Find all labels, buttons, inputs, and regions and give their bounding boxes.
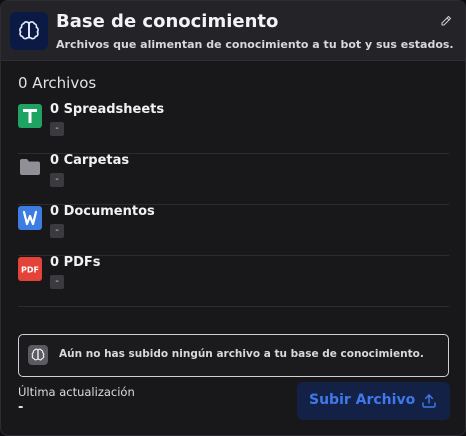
svg-text:PDF: PDF (21, 266, 39, 275)
pdf-icon: PDF (18, 257, 42, 281)
file-label-spreadsheets: 0 Spreadsheets (50, 102, 165, 117)
folder-icon (18, 155, 42, 179)
file-label-pdfs: 0 PDFs (50, 255, 101, 270)
file-row-documents: 0 Documentos - (18, 204, 449, 256)
empty-state-notice: Aún no has subido ningún archivo a tu ba… (18, 334, 449, 377)
upload-file-button[interactable]: Subir Archivo (297, 382, 450, 420)
file-label-folders: 0 Carpetas (50, 153, 130, 168)
files-count-title: 0 Archivos (18, 74, 97, 92)
file-label-documents: 0 Documentos (50, 204, 155, 219)
page-subtitle: Archivos que alimentan de conocimiento a… (56, 38, 454, 51)
brain-icon (10, 12, 48, 50)
upload-file-label: Subir Archivo (309, 392, 416, 408)
file-status-spreadsheets: - (50, 122, 64, 136)
page-title: Base de conocimiento (56, 11, 279, 32)
card-header: Base de conocimiento Archivos que alimen… (1, 1, 465, 61)
brain-icon (28, 345, 48, 365)
empty-state-text: Aún no has subido ningún archivo a tu ba… (59, 348, 424, 360)
word-document-icon (18, 206, 42, 230)
upload-icon (420, 392, 438, 410)
file-status-pdfs: - (50, 275, 64, 289)
file-status-documents: - (50, 224, 64, 238)
file-status-folders: - (50, 173, 64, 187)
google-sheets-icon (18, 104, 42, 128)
pencil-icon[interactable] (437, 12, 455, 30)
last-updated-label: Última actualización (18, 385, 135, 399)
knowledge-base-card: Base de conocimiento Archivos que alimen… (0, 0, 466, 436)
last-updated-value: - (18, 400, 24, 415)
file-row-folders: 0 Carpetas - (18, 153, 449, 205)
file-row-spreadsheets: 0 Spreadsheets - (18, 102, 449, 154)
file-row-pdfs: PDF 0 PDFs - (18, 255, 449, 307)
